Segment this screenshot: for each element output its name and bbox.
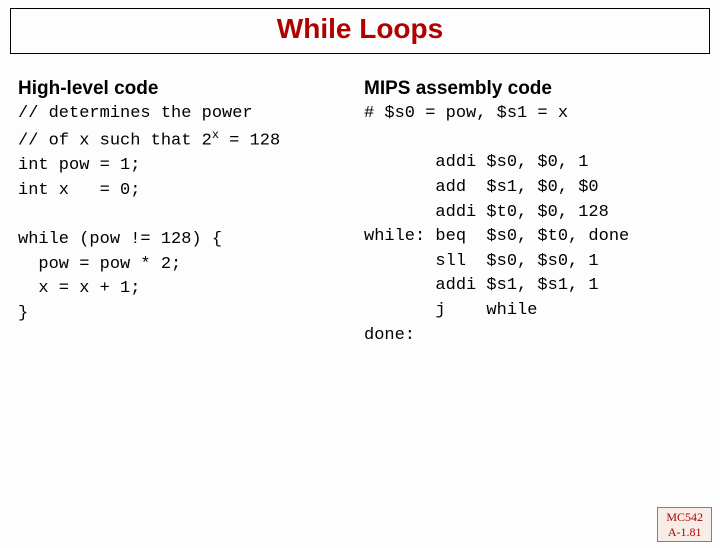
footer-course: MC542 <box>666 510 703 524</box>
high-level-code: // determines the power // of x such tha… <box>18 102 356 326</box>
mips-code: # $s0 = pow, $s1 = x addi $s0, $0, 1 add… <box>364 102 702 348</box>
right-column: MIPS assembly code # $s0 = pow, $s1 = x … <box>364 78 702 348</box>
content-columns: High-level code // determines the power … <box>0 78 720 348</box>
left-heading: High-level code <box>18 78 356 100</box>
right-heading: MIPS assembly code <box>364 78 702 100</box>
slide-title: While Loops <box>277 13 443 44</box>
title-box: While Loops <box>10 8 710 54</box>
footer-page: A-1.81 <box>666 525 703 539</box>
left-column: High-level code // determines the power … <box>18 78 356 348</box>
footer-badge: MC542 A-1.81 <box>657 507 712 542</box>
